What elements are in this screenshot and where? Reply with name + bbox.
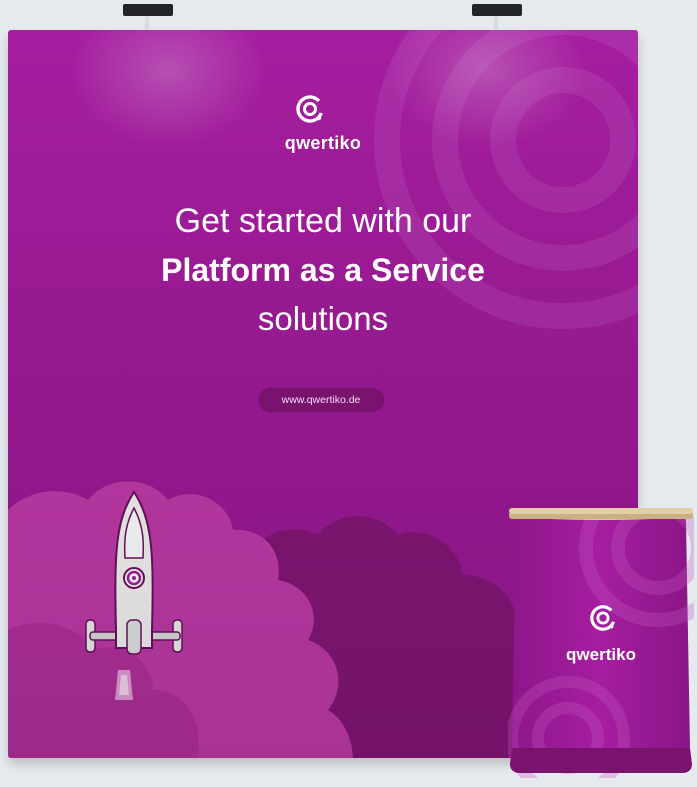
counter-qwertiko-logo-icon	[590, 605, 616, 631]
headline-line-2: Platform as a Service	[161, 252, 485, 288]
headline-line-3: solutions	[257, 300, 389, 337]
website-url-pill: www.qwertiko.de	[258, 388, 384, 412]
qwertiko-logo-icon	[296, 95, 324, 123]
brand-name: qwertiko	[284, 133, 362, 153]
counter-graphics	[508, 508, 694, 778]
counter-brand-name: qwertiko	[566, 645, 636, 664]
headline-line-1: Get started with our	[174, 202, 472, 240]
promo-counter: qwertiko	[508, 508, 694, 778]
